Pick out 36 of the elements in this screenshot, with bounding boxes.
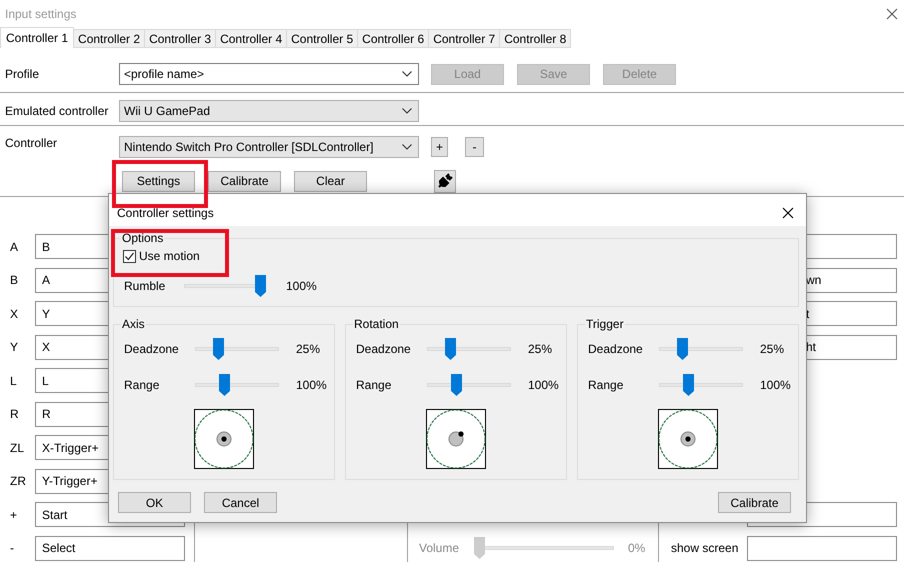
slider-reading: 100% [527, 378, 559, 392]
button-label: show screen [671, 541, 738, 556]
window-title: Input settings [5, 7, 76, 21]
button-label: X [9, 306, 20, 321]
group-title: Axis [121, 317, 146, 331]
slider-reading: 25% [295, 342, 320, 356]
profile-label: Profile [4, 67, 40, 81]
button-label: Y [9, 340, 20, 354]
button-label: B [9, 273, 20, 288]
slider-reading: 100% [295, 378, 327, 392]
volume-reading: 0% [628, 541, 646, 556]
volume-label: Volume [418, 541, 460, 556]
slider-label: Range [123, 378, 160, 392]
group-title: Rotation [353, 317, 400, 331]
dialog-title: Controller settings [117, 206, 214, 220]
button-label: + [9, 508, 18, 522]
button-label: L [9, 374, 18, 388]
slider-reading: 25% [527, 342, 552, 356]
slider-reading: 25% [759, 342, 784, 356]
group-title: Trigger [585, 317, 625, 331]
slider-label: Deadzone [123, 342, 180, 356]
slider-label: Deadzone [355, 342, 412, 356]
button-label: R [9, 407, 20, 422]
slider-reading: 100% [759, 378, 791, 392]
slider-label: Range [587, 378, 624, 392]
controller-label: Controller [4, 135, 58, 150]
slider-reading: 100% [285, 279, 317, 293]
button-label: A [9, 240, 20, 254]
button-label: ZR [9, 474, 27, 488]
emulated-controller-label: Emulated controller [4, 104, 110, 118]
slider-label: Rumble [123, 279, 166, 293]
group-title: Options [121, 231, 164, 245]
button-label: ZL [9, 440, 26, 455]
slider-label: Range [355, 378, 392, 392]
slider-label: Deadzone [587, 342, 644, 356]
button-label: - [9, 541, 15, 556]
